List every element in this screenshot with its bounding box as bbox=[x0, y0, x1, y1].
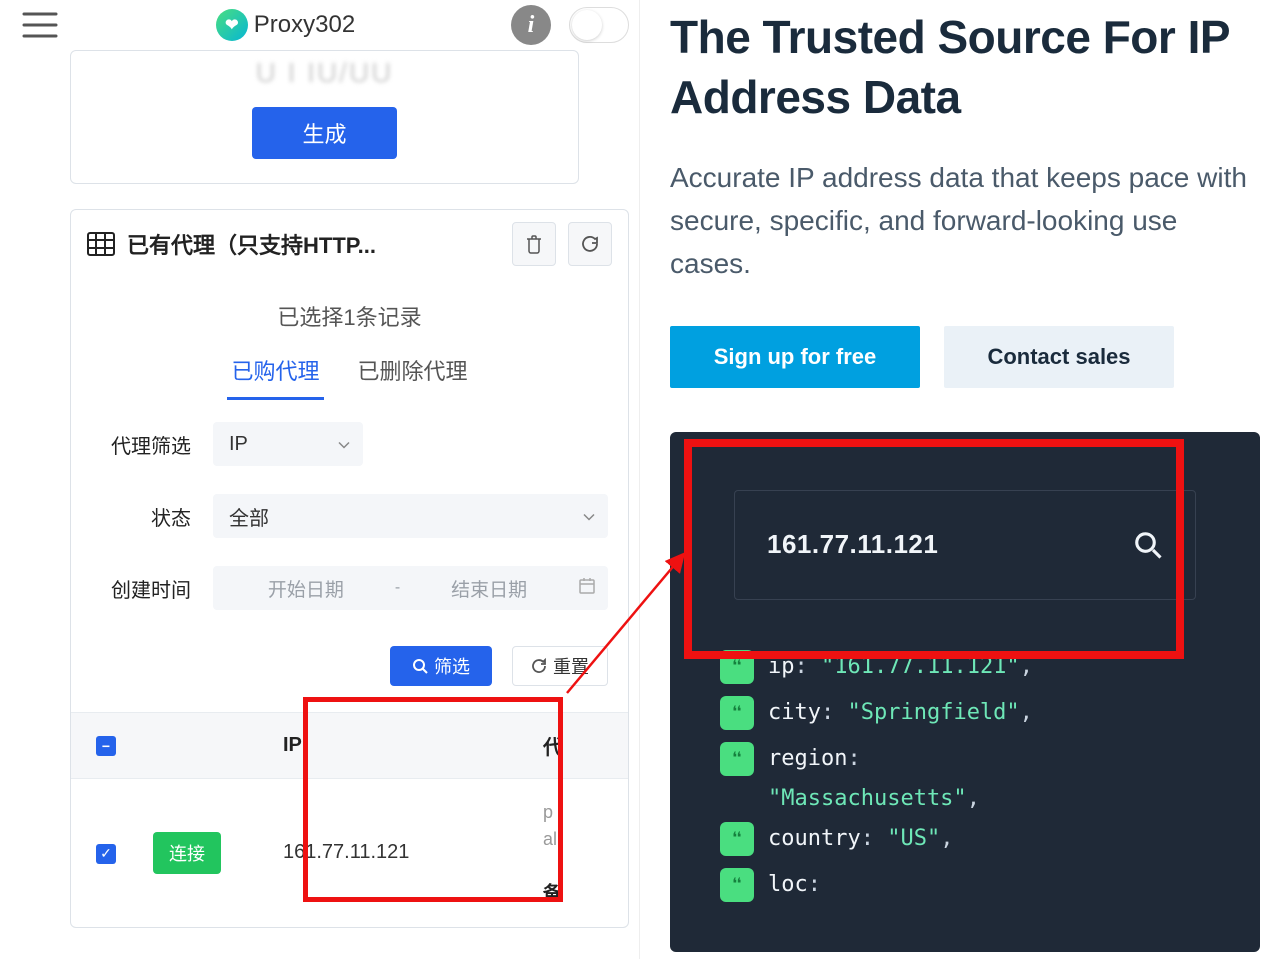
status-select[interactable]: 全部 bbox=[213, 494, 608, 538]
chevron-down-icon bbox=[582, 505, 596, 528]
column-ip: IP bbox=[271, 713, 531, 779]
hamburger-icon bbox=[22, 11, 58, 39]
reset-button[interactable]: 重置 bbox=[512, 646, 608, 686]
info-icon[interactable]: i bbox=[511, 5, 551, 45]
selected-count-text: 已选择1条记录 bbox=[71, 278, 628, 346]
search-icon bbox=[412, 658, 428, 674]
json-line-city: ❝ city: "Springfield", bbox=[700, 690, 1230, 736]
ip-search-field[interactable]: 161.77.11.121 bbox=[734, 490, 1196, 600]
table-icon bbox=[87, 232, 115, 256]
page-title: The Trusted Source For IP Address Data bbox=[670, 8, 1260, 128]
select-all-checkbox[interactable]: − bbox=[96, 736, 116, 756]
json-line-country: ❝ country: "US", bbox=[700, 816, 1230, 862]
table-header-row: − IP 代 bbox=[71, 713, 628, 779]
filter-label: 代理筛选 bbox=[91, 430, 201, 459]
create-time-label: 创建时间 bbox=[91, 574, 201, 603]
table-row: ✓ 连接 161.77.11.121 p al 备 bbox=[71, 779, 628, 927]
row-extra: p al 备 bbox=[531, 779, 628, 927]
filter-type-select[interactable]: IP bbox=[213, 422, 363, 466]
trash-icon bbox=[525, 234, 543, 254]
theme-toggle[interactable] bbox=[569, 7, 629, 43]
json-line-loc: ❝ loc: bbox=[700, 862, 1230, 908]
chevron-down-icon bbox=[337, 433, 351, 456]
json-line-region: ❝ region: bbox=[700, 736, 1230, 782]
reset-button-label: 重置 bbox=[553, 653, 589, 679]
status-label: 状态 bbox=[91, 502, 201, 531]
tab-deleted-proxy[interactable]: 已删除代理 bbox=[354, 346, 472, 400]
json-line-region-value: "Massachusetts", bbox=[700, 782, 1230, 816]
proxy-panel-title: 已有代理（只支持HTTP... bbox=[127, 228, 500, 260]
date-range-picker[interactable]: 开始日期 - 结束日期 bbox=[213, 566, 608, 610]
connect-button[interactable]: 连接 bbox=[153, 832, 221, 874]
calendar-icon bbox=[578, 577, 596, 600]
ip-search-value: 161.77.11.121 bbox=[767, 529, 1117, 560]
end-date-placeholder: 结束日期 bbox=[408, 575, 570, 602]
brand-text: Proxy302 bbox=[254, 11, 355, 39]
delete-button[interactable] bbox=[512, 222, 556, 266]
reset-icon bbox=[531, 658, 547, 674]
filter-type-value: IP bbox=[229, 433, 248, 456]
refresh-icon bbox=[580, 234, 600, 254]
generate-button[interactable]: 生成 bbox=[252, 107, 396, 159]
search-icon[interactable] bbox=[1133, 530, 1163, 560]
page-subtitle: Accurate IP address data that keeps pace… bbox=[670, 156, 1260, 286]
quote-icon: ❝ bbox=[720, 650, 754, 684]
json-line-ip: ❝ ip: "161.77.11.121", bbox=[700, 644, 1230, 690]
refresh-button[interactable] bbox=[568, 222, 612, 266]
price-blurred: U I IU/UU bbox=[71, 51, 578, 93]
signup-button[interactable]: Sign up for free bbox=[670, 326, 920, 388]
quote-icon: ❝ bbox=[720, 822, 754, 856]
quote-icon: ❝ bbox=[720, 868, 754, 902]
row-checkbox[interactable]: ✓ bbox=[96, 844, 116, 864]
date-separator: - bbox=[395, 579, 400, 597]
tab-purchased-proxy[interactable]: 已购代理 bbox=[227, 346, 323, 400]
quote-icon: ❝ bbox=[720, 696, 754, 730]
quote-icon: ❝ bbox=[720, 742, 754, 776]
toggle-knob bbox=[572, 10, 602, 40]
column-extra: 代 bbox=[531, 713, 628, 779]
filter-button[interactable]: 筛选 bbox=[390, 646, 492, 686]
menu-button[interactable] bbox=[10, 11, 70, 39]
brand: ❤ Proxy302 bbox=[80, 9, 491, 41]
filter-button-label: 筛选 bbox=[434, 653, 470, 679]
contact-sales-button[interactable]: Contact sales bbox=[944, 326, 1174, 388]
status-value: 全部 bbox=[229, 502, 269, 531]
brand-logo-icon: ❤ bbox=[216, 9, 248, 41]
ip-lookup-terminal: 161.77.11.121 ❝ ip: "161.77.11.121", ❝ c… bbox=[670, 432, 1260, 952]
row-ip-value: 161.77.11.121 bbox=[271, 779, 531, 927]
start-date-placeholder: 开始日期 bbox=[225, 575, 387, 602]
